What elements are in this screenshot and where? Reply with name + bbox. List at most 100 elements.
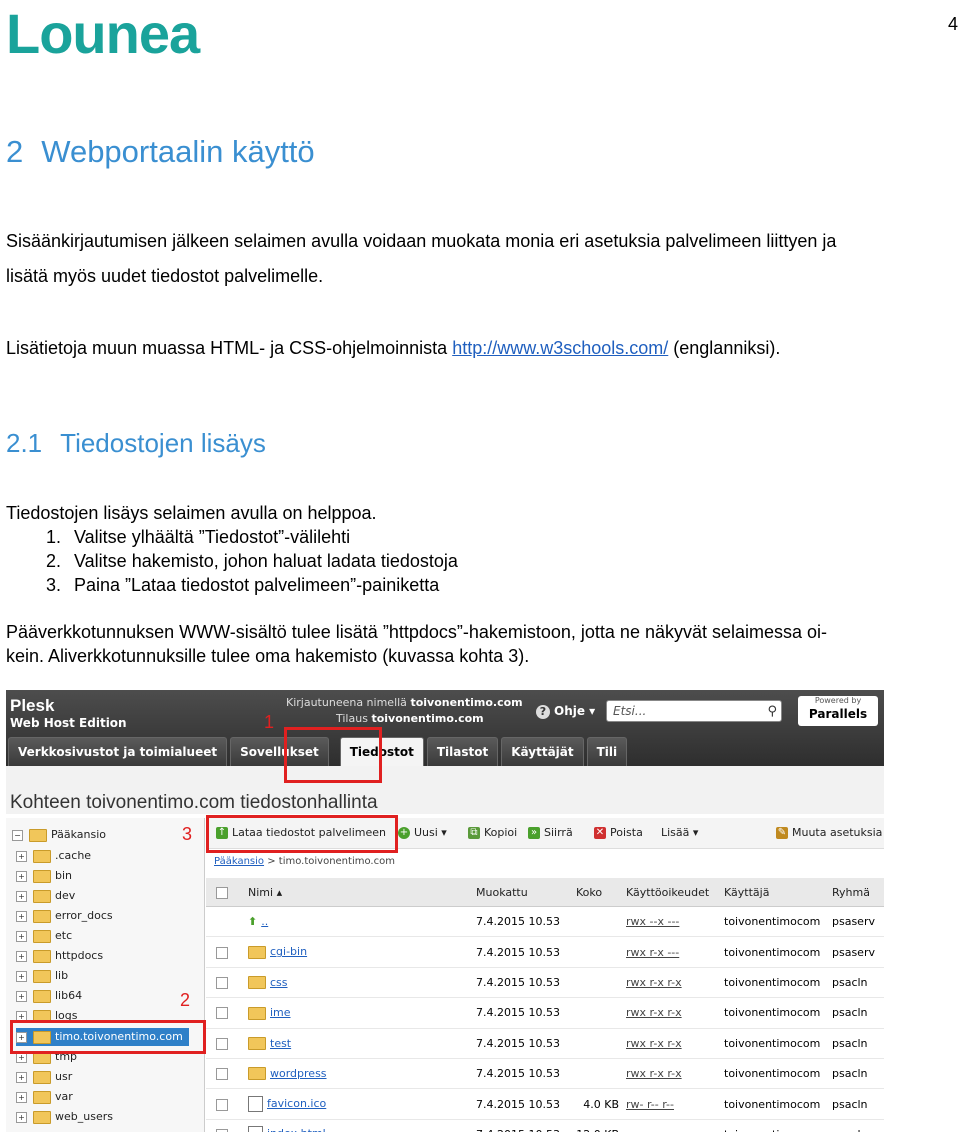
table-row[interactable]: css 7.4.2015 10.53 rwx r-x r-x toivonentimo… (206, 967, 884, 999)
expand-icon[interactable]: + (16, 1071, 27, 1083)
search-icon[interactable]: ⚲ (767, 704, 777, 719)
permissions-link[interactable]: rwx r-x r-x (626, 1006, 682, 1019)
tab-statistics[interactable]: Tilastot (426, 737, 499, 766)
expand-icon[interactable]: + (16, 1091, 27, 1103)
expand-icon[interactable]: + (16, 970, 27, 982)
copy-button[interactable]: ⧉ Kopioi (468, 826, 517, 839)
tree-item[interactable]: + etc (16, 927, 72, 945)
row-checkbox[interactable] (216, 976, 228, 989)
row-checkbox[interactable] (216, 1128, 228, 1132)
more-button[interactable]: Lisää ▾ (661, 826, 698, 839)
tree-item[interactable]: + web_users (16, 1108, 113, 1126)
marker-1: 1 (264, 712, 275, 732)
subscription-value[interactable]: toivonentimo.com (371, 712, 483, 725)
file-name[interactable]: wordpress (270, 1067, 327, 1080)
tree-item[interactable]: + lib64 (16, 987, 82, 1005)
col-permissions[interactable]: Käyttöoikeudet (625, 878, 723, 907)
plesk-brand: Plesk (10, 696, 55, 715)
file-icon (248, 1126, 263, 1132)
permissions-link[interactable]: rw- r-- r-- (626, 1098, 674, 1111)
file-icon (248, 1096, 263, 1113)
tree-item[interactable]: + bin (16, 867, 72, 885)
table-row[interactable]: favicon.ico 7.4.2015 10.53 4.0 KB rw- r-- r… (206, 1088, 884, 1120)
permissions-cell: rwx r-x r-x (625, 1058, 723, 1090)
file-name[interactable]: test (270, 1037, 291, 1050)
col-user[interactable]: Käyttäjä (723, 878, 831, 907)
collapse-icon[interactable]: − (12, 829, 23, 841)
size-cell (575, 1028, 625, 1059)
tree-item[interactable]: + .cache (16, 847, 91, 865)
select-all-cell (206, 878, 247, 907)
row-checkbox[interactable] (216, 1098, 228, 1111)
breadcrumb-root[interactable]: Pääkansio (214, 856, 264, 867)
file-name[interactable]: .. (261, 915, 268, 928)
tab-websites[interactable]: Verkkosivustot ja toimialueet (8, 737, 228, 766)
tree-item[interactable]: + httpdocs (16, 947, 103, 965)
expand-icon[interactable]: + (16, 1111, 27, 1123)
expand-icon[interactable]: + (16, 890, 27, 902)
tree-item[interactable]: + lib (16, 967, 68, 985)
expand-icon[interactable]: + (16, 910, 27, 922)
size-cell (575, 906, 625, 938)
tree-label: bin (55, 869, 73, 882)
delete-button[interactable]: ✕ Poista (594, 826, 643, 839)
table-row[interactable]: cgi-bin 7.4.2015 10.53 rwx r-x --- toivonen… (206, 936, 884, 968)
permissions-link[interactable]: rwx r-x --- (626, 946, 679, 959)
permissions-cell: rwx r-x r-x (625, 967, 723, 999)
logged-user[interactable]: toivonentimo.com (410, 696, 522, 709)
tab-account[interactable]: Tili (586, 737, 628, 766)
help-menu[interactable]: ? Ohje ▾ (536, 704, 595, 719)
tree-root[interactable]: − Pääkansio (12, 826, 106, 844)
col-group[interactable]: Ryhmä (831, 878, 884, 907)
tree-item[interactable]: + var (16, 1088, 73, 1106)
tab-users[interactable]: Käyttäjät (501, 737, 584, 766)
file-name[interactable]: ime (270, 1006, 291, 1019)
col-size[interactable]: Koko (575, 878, 625, 907)
permissions-link[interactable]: rw- r-- r-- (626, 1128, 674, 1132)
expand-icon[interactable]: + (16, 990, 27, 1002)
tree-item[interactable]: + dev (16, 887, 75, 905)
file-name[interactable]: cgi-bin (270, 945, 307, 958)
table-row[interactable]: index.html 7.4.2015 10.5312.0 KBrw- r-- r… (206, 1119, 884, 1132)
parallels-logo[interactable]: Powered by Parallels (798, 696, 878, 726)
change-settings-button[interactable]: ✎ Muuta asetuksia (776, 826, 882, 839)
permissions-link[interactable]: rwx --x --- (626, 915, 679, 928)
file-name[interactable]: favicon.ico (267, 1097, 326, 1110)
expand-icon[interactable]: + (16, 870, 27, 882)
row-checkbox[interactable] (216, 1007, 228, 1020)
tree-item[interactable]: + usr (16, 1068, 72, 1086)
col-name[interactable]: Nimi ▴ (247, 878, 475, 907)
row-checkbox[interactable] (216, 946, 228, 959)
step-2: 2. Valitse hakemisto, johon haluat ladata… (46, 549, 458, 573)
search-input[interactable]: Etsi... ⚲ (606, 700, 782, 722)
permissions-cell: rwx r-x r-x (625, 1028, 723, 1059)
copy-label: Kopioi (484, 826, 518, 839)
group-cell: psaserv (831, 906, 884, 938)
checkbox-cell (206, 1028, 247, 1059)
table-row[interactable]: ⬆.. 7.4.2015 10.53 rwx --x --- toivonentimo… (206, 906, 884, 938)
permissions-link[interactable]: rwx r-x r-x (626, 976, 682, 989)
file-name[interactable]: index.html (267, 1127, 326, 1132)
table-row[interactable]: wordpress 7.4.2015 10.53 rwx r-x r-x toivon… (206, 1058, 884, 1090)
new-button[interactable]: + Uusi ▾ (398, 826, 447, 839)
table-row[interactable]: ime 7.4.2015 10.53 rwx r-x r-x toivonentimo… (206, 997, 884, 1029)
file-name[interactable]: css (270, 976, 288, 989)
table-row[interactable]: test 7.4.2015 10.53 rwx r-x r-x toivonentim… (206, 1028, 884, 1059)
move-button[interactable]: » Siirrä (528, 826, 573, 839)
folder-icon (33, 849, 51, 863)
expand-icon[interactable]: + (16, 850, 27, 862)
marker-3: 3 (182, 824, 193, 844)
row-checkbox[interactable] (216, 1037, 228, 1050)
row-checkbox[interactable] (216, 1068, 228, 1081)
expand-icon[interactable]: + (16, 950, 27, 962)
tree-label: dev (55, 889, 76, 902)
user-cell: toivonentimocom (723, 1119, 831, 1132)
group-cell: psacln (831, 1119, 884, 1132)
expand-icon[interactable]: + (16, 930, 27, 942)
tree-item[interactable]: + error_docs (16, 907, 113, 925)
col-modified[interactable]: Muokattu (475, 878, 575, 907)
select-all-checkbox[interactable] (216, 886, 228, 899)
permissions-link[interactable]: rwx r-x r-x (626, 1037, 682, 1050)
permissions-link[interactable]: rwx r-x r-x (626, 1067, 682, 1080)
w3schools-link[interactable]: http://www.w3schools.com/ (452, 338, 668, 358)
